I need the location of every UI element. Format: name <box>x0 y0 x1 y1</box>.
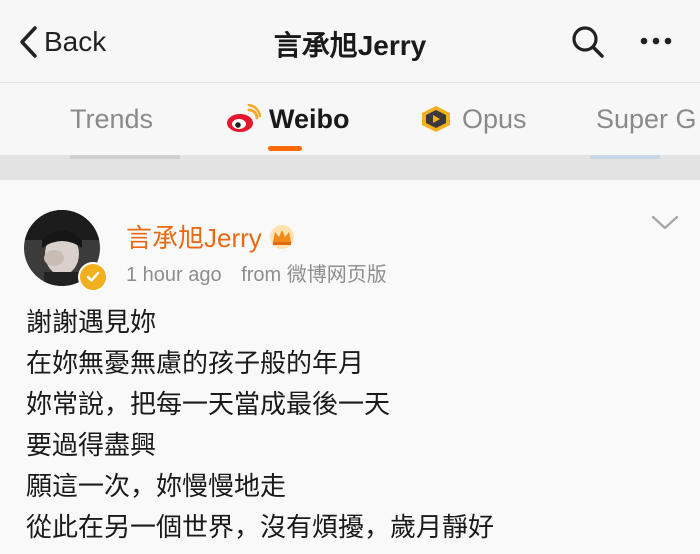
weibo-logo-icon <box>225 104 261 134</box>
tab-label: Super G <box>596 103 697 134</box>
post-line: 願這一次，妳慢慢地走 <box>26 471 287 501</box>
post-line: 在妳無憂無慮的孩子般的年月 <box>26 348 365 378</box>
chevron-down-icon[interactable] <box>650 212 680 234</box>
tab-label: Opus <box>462 103 527 134</box>
author-name[interactable]: 言承旭Jerry <box>126 218 296 255</box>
more-icon[interactable] <box>636 26 676 56</box>
tab-super-g[interactable]: Super G <box>596 83 697 155</box>
crown-icon <box>268 224 296 250</box>
post-meta: 1 hour ago from 微博网页版 <box>126 258 387 287</box>
post-line: 從此在另一個世界，沒有煩擾，歲月靜好 <box>26 512 495 542</box>
post-line: 妳常說，把每一天當成最後一天 <box>26 389 391 419</box>
tab-opus[interactable]: Opus <box>418 83 527 155</box>
top-navigation-bar: Back 言承旭Jerry <box>0 0 700 83</box>
post-time: 1 hour ago <box>126 264 222 286</box>
tab-label: Trends <box>70 103 154 134</box>
post-card[interactable]: 言承旭Jerry 1 hour ago from 微博网页版 謝謝遇見妳 在妳無… <box>0 180 700 554</box>
tab-label: Weibo <box>269 103 350 134</box>
search-icon[interactable] <box>570 24 606 60</box>
profile-tabs: Trends Weibo Opus Super G <box>0 83 700 155</box>
opus-icon <box>418 104 454 134</box>
previous-card-strip <box>0 155 700 180</box>
post-source: from 微博网页版 <box>241 264 387 286</box>
avatar[interactable] <box>24 210 108 292</box>
post-line: 要過得盡興 <box>26 430 157 460</box>
post-content: 謝謝遇見妳 在妳無憂無慮的孩子般的年月 妳常說，把每一天當成最後一天 要過得盡興… <box>26 302 676 548</box>
verified-badge-icon <box>78 262 108 292</box>
author-name-text: 言承旭Jerry <box>126 223 262 253</box>
post-line: 謝謝遇見妳 <box>26 307 157 337</box>
tab-weibo[interactable]: Weibo <box>225 83 350 155</box>
tab-trends[interactable]: Trends <box>70 83 153 155</box>
active-tab-indicator <box>268 146 302 151</box>
